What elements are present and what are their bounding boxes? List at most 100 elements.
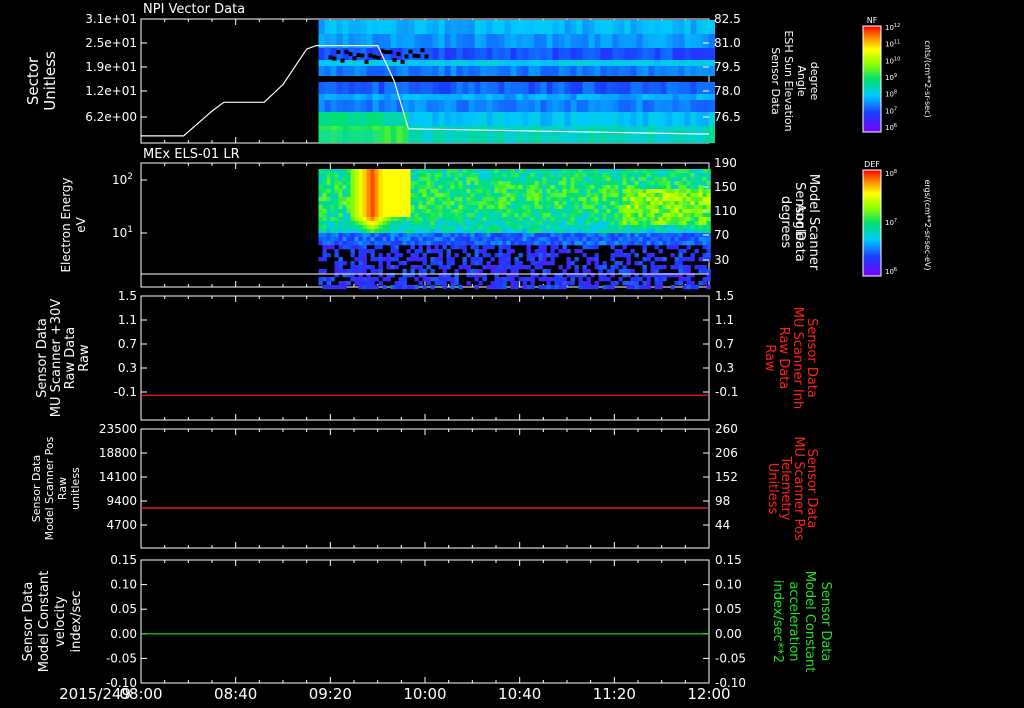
heatmap-cell <box>630 233 635 238</box>
heatmap-cell <box>614 201 619 206</box>
heatmap-cell <box>690 285 695 290</box>
heatmap-cell <box>474 233 479 238</box>
heatmap-cell <box>438 189 443 194</box>
heatmap-cell <box>706 253 711 258</box>
heatmap-cell <box>642 229 647 234</box>
heatmap-cell <box>342 94 349 100</box>
heatmap-cell <box>490 257 495 262</box>
heatmap-cell <box>478 209 483 214</box>
heatmap-cell <box>466 217 471 222</box>
heatmap-cell <box>530 285 535 290</box>
heatmap-cell <box>638 237 643 242</box>
heatmap-cell <box>504 126 511 143</box>
heatmap-cell <box>630 285 635 290</box>
heatmap-cell <box>398 205 403 210</box>
heatmap-cell <box>642 94 649 100</box>
heatmap-cell <box>554 221 559 226</box>
heatmap-cell <box>684 48 691 60</box>
heatmap-cell <box>362 245 367 250</box>
heatmap-cell <box>450 82 457 94</box>
heatmap-cell <box>690 181 695 186</box>
heatmap-cell <box>362 169 367 174</box>
heatmap-cell <box>690 225 695 230</box>
heatmap-cell <box>410 253 415 258</box>
heatmap-cell <box>442 217 447 222</box>
heatmap-cell <box>446 253 451 258</box>
heatmap-cell <box>430 169 435 174</box>
heatmap-cell <box>622 237 627 242</box>
heatmap-cell <box>454 253 459 258</box>
heatmap-cell <box>550 181 555 186</box>
heatmap-cell <box>456 94 463 100</box>
heatmap-cell <box>378 189 383 194</box>
heatmap-cell <box>696 48 703 60</box>
heatmap-cell <box>374 173 379 178</box>
heatmap-cell <box>490 237 495 242</box>
heatmap-cell <box>372 82 379 94</box>
heatmap-cell <box>582 177 587 182</box>
heatmap-cell <box>670 253 675 258</box>
heatmap-cell <box>474 94 481 100</box>
heatmap-cell <box>518 173 523 178</box>
heatmap-cell <box>694 217 699 222</box>
heatmap-cell <box>606 233 611 238</box>
heatmap-cell <box>322 241 327 246</box>
heatmap-cell <box>406 229 411 234</box>
heatmap-cell <box>330 82 337 94</box>
heatmap-cell <box>354 209 359 214</box>
heatmap-cell <box>566 213 571 218</box>
heatmap-cell <box>686 285 691 290</box>
heatmap-cell <box>414 253 419 258</box>
heatmap-cell <box>492 126 499 143</box>
heatmap-cell <box>418 237 423 242</box>
heatmap-cell <box>430 237 435 242</box>
heatmap-cell <box>350 213 355 218</box>
heatmap-cell <box>558 201 563 206</box>
heatmap-cell <box>684 66 691 76</box>
heatmap-cell <box>414 82 421 94</box>
heatmap-cell <box>516 48 523 60</box>
heatmap-cell <box>370 257 375 262</box>
heatmap-cell <box>474 237 479 242</box>
heatmap-cell <box>574 201 579 206</box>
heatmap-cell <box>634 221 639 226</box>
heatmap-cell <box>534 185 539 190</box>
heatmap-cell <box>670 173 675 178</box>
heatmap-cell <box>502 229 507 234</box>
heatmap-cell <box>506 257 511 262</box>
heatmap-cell <box>658 225 663 230</box>
heatmap-cell <box>638 225 643 230</box>
heatmap-cell <box>398 173 403 178</box>
heatmap-cell <box>370 285 375 290</box>
heatmap-cell <box>502 269 507 274</box>
heatmap-cell <box>506 173 511 178</box>
heatmap-cell <box>566 265 571 270</box>
y2-tick-label: 1.1 <box>715 313 734 327</box>
heatmap-cell <box>378 94 385 100</box>
heatmap-cell <box>690 177 695 182</box>
heatmap-cell <box>458 245 463 250</box>
heatmap-cell <box>490 217 495 222</box>
heatmap-cell <box>678 201 683 206</box>
heatmap-cell <box>470 257 475 262</box>
heatmap-cell <box>550 225 555 230</box>
heatmap-cell <box>626 237 631 242</box>
heatmap-cell <box>534 229 539 234</box>
heatmap-cell <box>622 269 627 274</box>
heatmap-cell <box>378 225 383 230</box>
heatmap-cell <box>670 285 675 290</box>
y2-tick-label: 0.15 <box>715 553 742 567</box>
heatmap-cell <box>612 66 619 76</box>
heatmap-cell <box>518 277 523 282</box>
heatmap-cell <box>358 201 363 206</box>
heatmap-cell <box>654 205 659 210</box>
heatmap-cell <box>594 229 599 234</box>
y-tick-label: 3.1e+01 <box>85 12 137 26</box>
heatmap-cell <box>378 269 383 274</box>
heatmap-cell <box>610 189 615 194</box>
heatmap-cell <box>366 217 371 222</box>
heatmap-cell <box>510 201 515 206</box>
heatmap-cell <box>570 225 575 230</box>
heatmap-cell <box>534 213 539 218</box>
heatmap-cell <box>642 221 647 226</box>
